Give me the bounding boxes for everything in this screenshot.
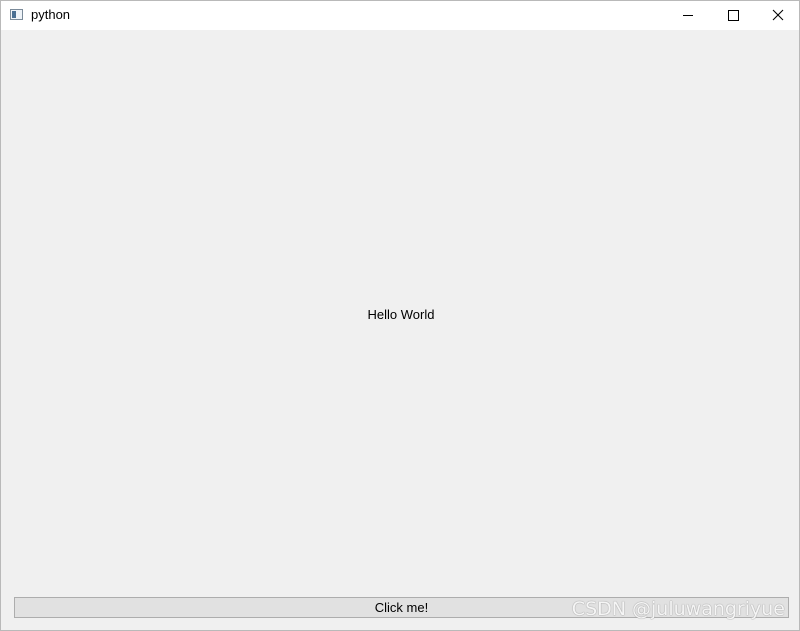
window-title: python bbox=[31, 7, 71, 22]
watermark-text: CSDN @juluwangriyue bbox=[571, 598, 785, 620]
client-area: Hello World Click me! bbox=[1, 30, 799, 630]
minimize-icon bbox=[683, 15, 693, 16]
hello-label: Hello World bbox=[367, 307, 435, 322]
close-icon bbox=[772, 9, 784, 21]
title-bar[interactable]: python bbox=[1, 1, 799, 30]
window-app-icon[interactable] bbox=[10, 9, 23, 20]
maximize-icon bbox=[728, 10, 739, 21]
maximize-button[interactable] bbox=[710, 1, 756, 30]
app-window: python Hello World Click me! CSDN @juluw… bbox=[0, 0, 800, 631]
minimize-button[interactable] bbox=[665, 1, 711, 30]
close-button[interactable] bbox=[755, 1, 800, 30]
